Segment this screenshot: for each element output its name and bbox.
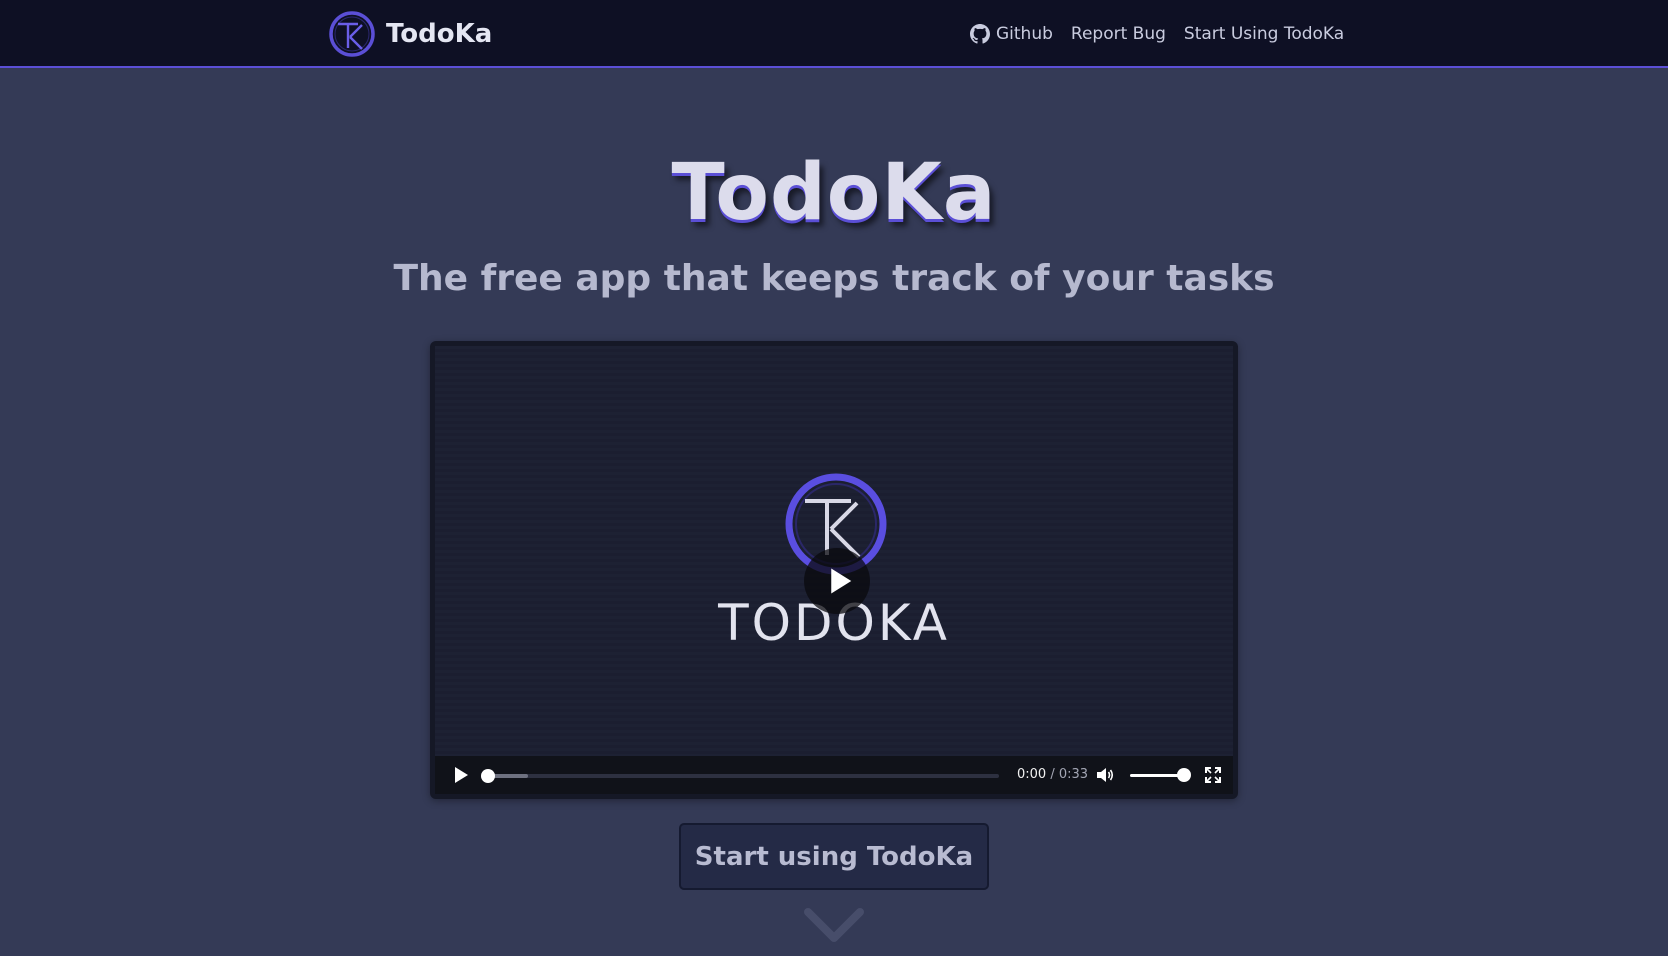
hero-title: TodoKa xyxy=(671,148,997,238)
nav-link-github-label: Github xyxy=(996,24,1053,44)
volume-icon[interactable] xyxy=(1095,765,1115,785)
volume-thumb[interactable] xyxy=(1177,768,1191,782)
nav-links: Github Report Bug Start Using TodoKa xyxy=(970,0,1344,68)
nav-link-report-bug[interactable]: Report Bug xyxy=(1071,24,1166,44)
video-screen[interactable]: TODOKA xyxy=(435,346,1233,756)
video-player[interactable]: TODOKA 0:00 / 0:33 xyxy=(430,341,1238,799)
duration: 0:33 xyxy=(1058,767,1089,782)
brand-name: TodoKa xyxy=(386,19,493,49)
big-play-button[interactable] xyxy=(804,548,870,614)
brand-home-link[interactable]: TodoKa xyxy=(328,8,492,60)
nav-link-github[interactable]: Github xyxy=(970,24,1053,44)
progress-thumb[interactable] xyxy=(481,769,495,783)
video-controls: 0:00 / 0:33 xyxy=(435,756,1233,794)
top-navbar: TodoKa Github Report Bug Start Using Tod… xyxy=(0,0,1668,68)
progress-bar[interactable] xyxy=(481,769,999,783)
nav-link-start-using[interactable]: Start Using TodoKa xyxy=(1184,24,1344,44)
play-icon xyxy=(830,568,851,594)
volume-slider[interactable] xyxy=(1130,768,1191,782)
chevron-down-icon[interactable] xyxy=(804,908,864,944)
time-separator: / xyxy=(1050,767,1055,782)
start-using-button[interactable]: Start using TodoKa xyxy=(679,823,989,890)
time-display: 0:00 / 0:33 xyxy=(1017,767,1088,782)
todoka-logo-icon xyxy=(329,11,375,57)
play-button-icon[interactable] xyxy=(451,765,471,785)
current-time: 0:00 xyxy=(1017,767,1047,782)
github-icon xyxy=(970,24,990,44)
hero-subtitle: The free app that keeps track of your ta… xyxy=(393,258,1275,299)
fullscreen-icon[interactable] xyxy=(1203,765,1223,785)
